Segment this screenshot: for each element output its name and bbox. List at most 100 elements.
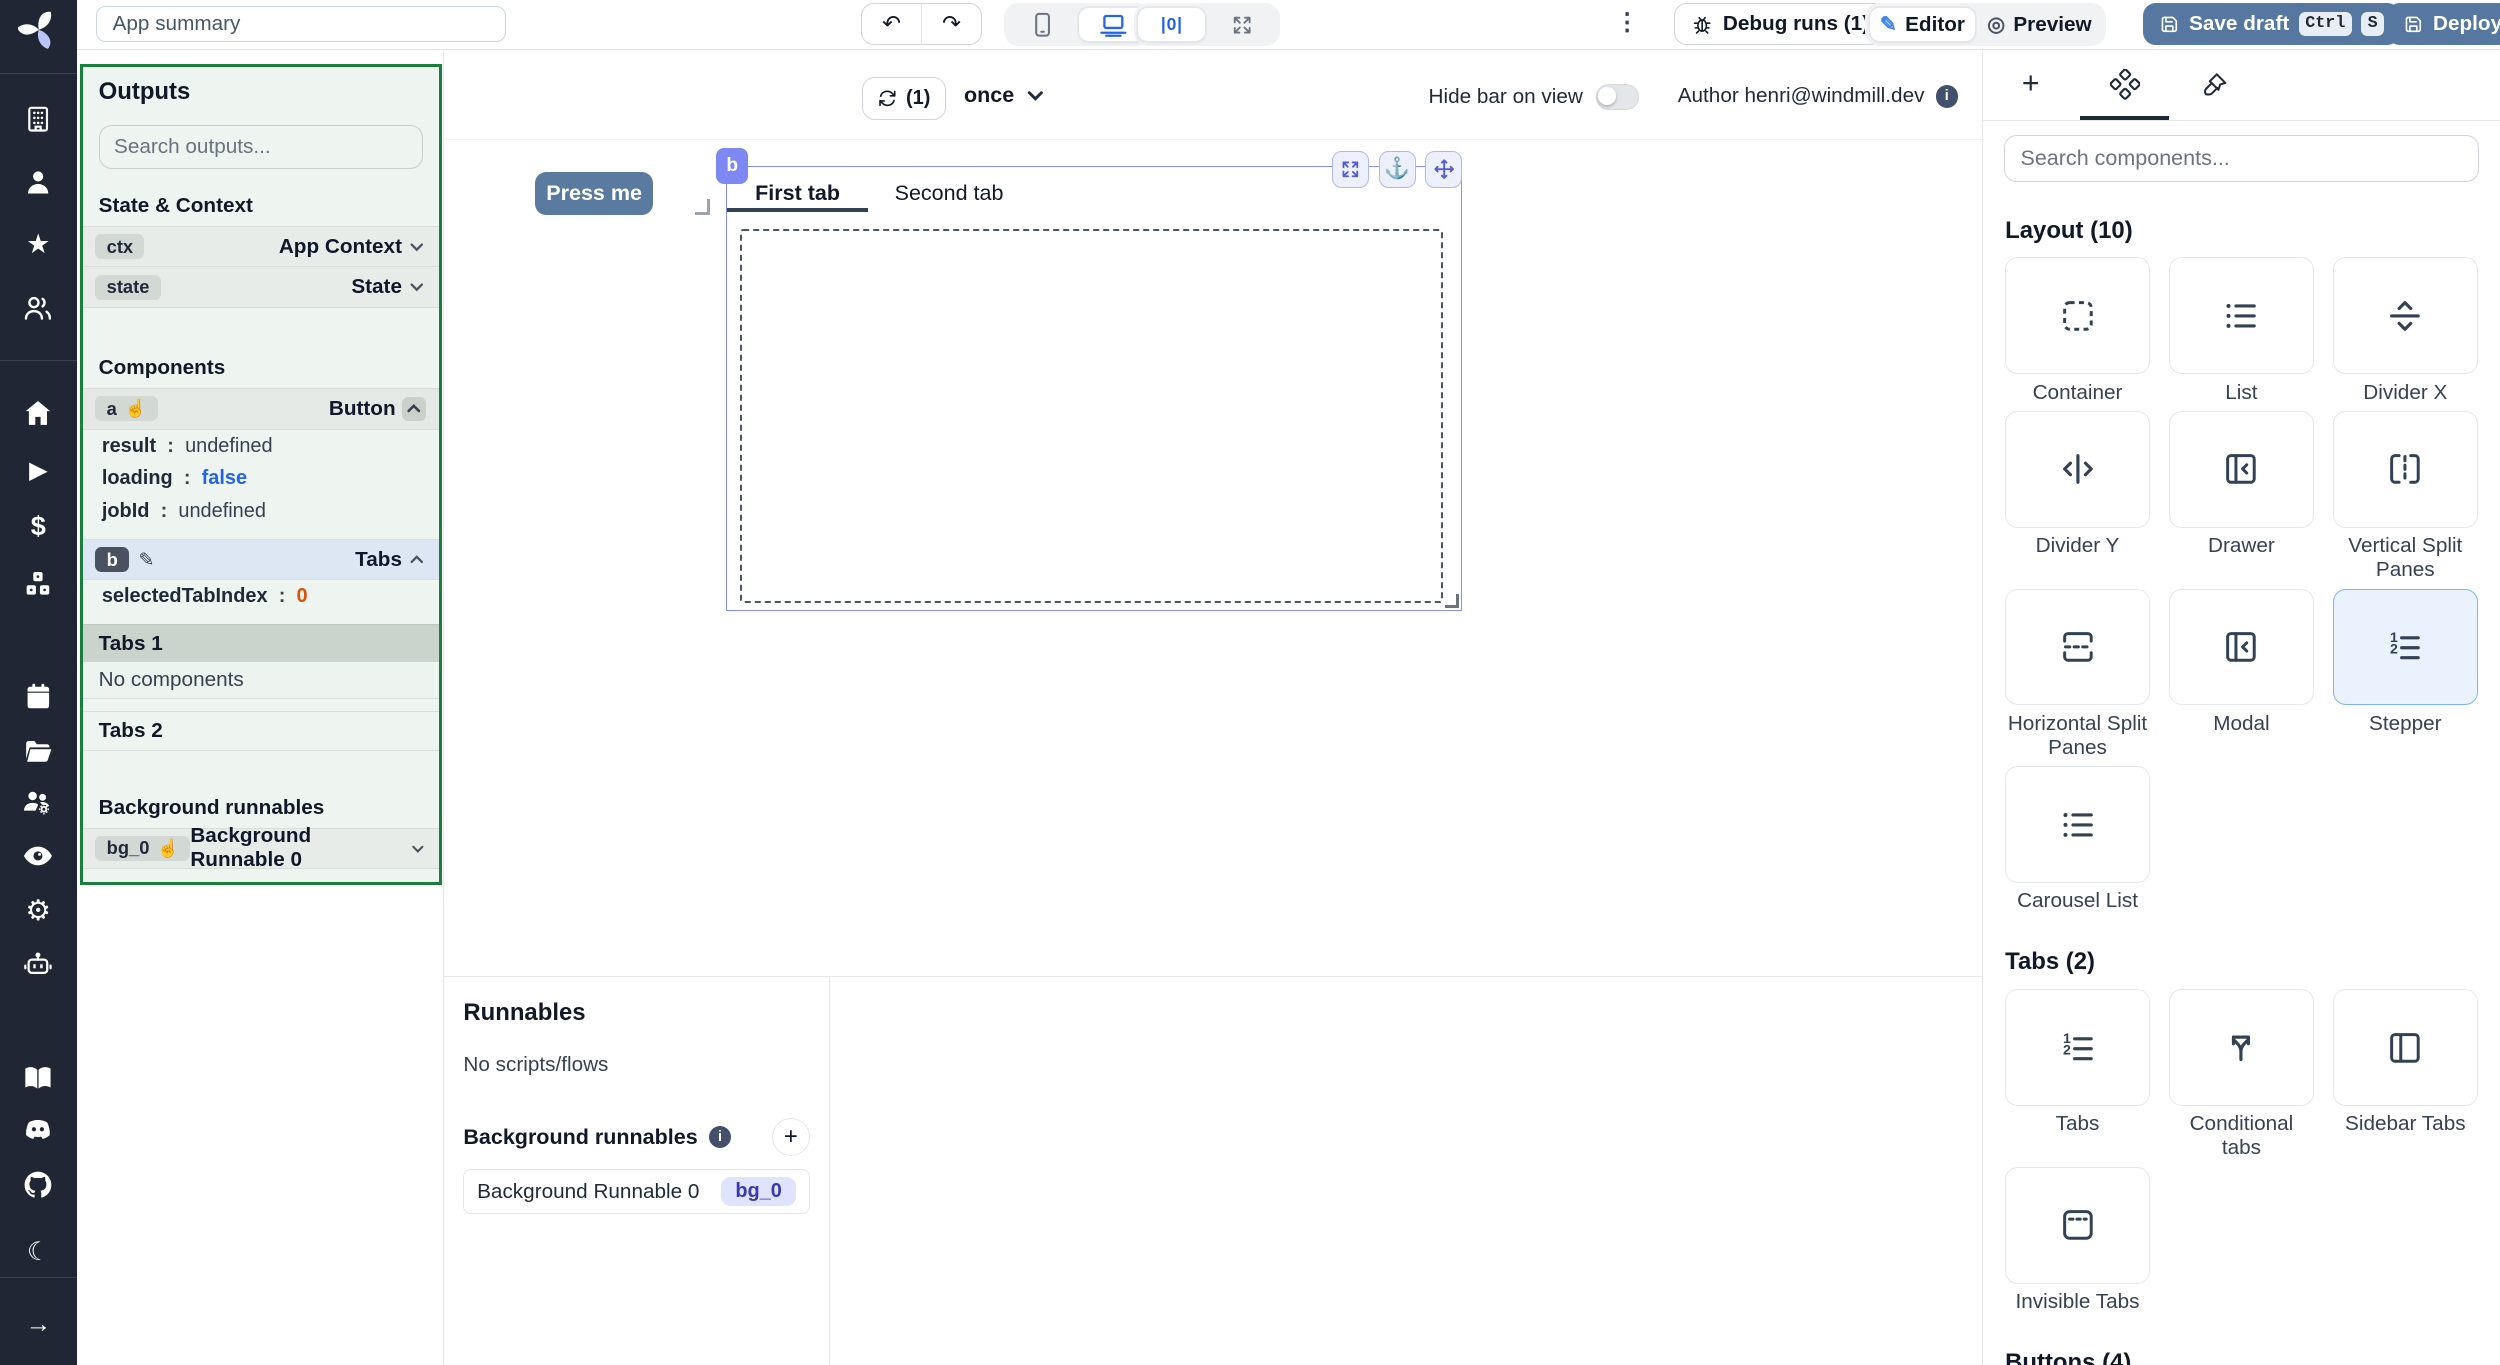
sidebar-tabs-card[interactable] [2332, 989, 2478, 1106]
preview-tab[interactable]: ◎ Preview [1978, 8, 2102, 41]
undo-redo-group: ↶ ↷ [860, 3, 982, 46]
chevron-down-icon[interactable] [408, 238, 426, 256]
horizontal-split-icon [2062, 632, 2093, 662]
styling-tab[interactable] [2171, 49, 2260, 119]
refresh-button[interactable]: (1) [861, 76, 946, 120]
component-resize-handle[interactable] [1445, 594, 1460, 609]
insert-tab[interactable]: + [1986, 49, 2075, 119]
component-a-row[interactable]: a ☝ Button [82, 387, 439, 430]
press-me-button[interactable]: Press me [535, 172, 654, 216]
invisible-tabs-card[interactable] [2005, 1166, 2150, 1284]
top-toolbar: App summary ↶ ↷ |0| ⋮ Debug runs (1) ✎ E… [76, 0, 2500, 51]
dollar-icon[interactable]: $ [0, 507, 77, 545]
vertical-split-icon [2390, 454, 2421, 485]
library-item-divider-y: Divider Y [2005, 410, 2150, 582]
undo-button[interactable]: ↶ [862, 4, 921, 44]
windmill-logo-icon[interactable] [0, 10, 77, 49]
folder-icon[interactable] [0, 732, 77, 770]
users-icon[interactable] [0, 289, 77, 327]
github-icon[interactable] [0, 1166, 77, 1204]
component-a-id: a [106, 397, 117, 419]
star-icon[interactable]: ★ [0, 225, 77, 263]
carousel-list-card[interactable] [2005, 766, 2150, 883]
robot-icon[interactable] [0, 945, 77, 983]
add-background-runnable-button[interactable]: + [771, 1118, 810, 1157]
stepper-card[interactable]: 12 [2332, 588, 2478, 706]
drawer-icon [2226, 454, 2257, 485]
tab-second[interactable]: Second tab [868, 175, 1031, 212]
background-runnables-title: Background runnables [98, 795, 325, 819]
expand-component-button[interactable] [1332, 150, 1370, 188]
book-icon[interactable] [0, 1059, 77, 1097]
container-icon [2062, 300, 2093, 331]
info-icon[interactable]: i [708, 1126, 732, 1149]
tabs-card[interactable]: 12 [2005, 989, 2150, 1106]
home-icon[interactable] [0, 394, 77, 432]
info-icon[interactable]: i [1935, 85, 1958, 108]
tabs-component-selection[interactable]: b ⚓ First tab Second tab [716, 147, 1463, 612]
eye-icon[interactable] [0, 837, 77, 875]
library-item-tabs: 12 Tabs [2005, 989, 2150, 1160]
state-row[interactable]: state State [82, 266, 439, 309]
schedule-dropdown[interactable]: once [964, 83, 1046, 108]
component-b-row[interactable]: b ✎ Tabs [82, 538, 439, 581]
refresh-icon [879, 90, 896, 107]
conditional-tabs-card[interactable] [2169, 989, 2314, 1106]
building-icon[interactable] [0, 100, 77, 138]
save-draft-button[interactable]: Save draft Ctrl S [2142, 3, 2401, 45]
drawer-card[interactable] [2169, 410, 2314, 528]
modal-card[interactable] [2169, 588, 2314, 706]
divider-y-card[interactable] [2005, 410, 2150, 528]
center-layout-button[interactable]: |0| [1138, 7, 1206, 42]
arrow-right-icon[interactable]: → [0, 1306, 77, 1344]
move-component-button[interactable] [1425, 150, 1463, 188]
divider-x-card[interactable] [2332, 257, 2478, 375]
chevron-up-icon[interactable] [408, 551, 426, 569]
container-card[interactable] [2005, 257, 2150, 375]
search-components-input[interactable]: Search components... [2003, 134, 2480, 182]
modal-icon [2226, 632, 2257, 662]
bg-runnable-row[interactable]: bg_0 ☝ Background Runnable 0 [82, 824, 439, 871]
user-group-settings-icon[interactable] [0, 783, 77, 821]
expand-layout-button[interactable] [1209, 8, 1276, 41]
user-icon[interactable] [0, 163, 77, 201]
chevron-down-icon[interactable] [410, 840, 426, 858]
grid-cell-resize-corner[interactable] [694, 199, 711, 216]
more-options-button[interactable]: ⋮ [1615, 8, 1641, 37]
list-card[interactable] [2169, 257, 2314, 375]
debug-runs-button[interactable]: Debug runs (1) [1674, 3, 1887, 46]
chevron-down-icon [1028, 91, 1044, 101]
mobile-mode-button[interactable] [1009, 8, 1076, 41]
editor-tab[interactable]: ✎ Editor [1870, 7, 1975, 42]
tab-content-dropzone[interactable] [740, 228, 1443, 603]
chevron-down-icon[interactable] [408, 278, 426, 296]
horizontal-split-card[interactable] [2005, 588, 2150, 706]
component-a-type: Button [328, 396, 396, 420]
calendar-icon[interactable] [0, 678, 77, 716]
hand-pointer-icon: ☝ [157, 837, 180, 858]
search-outputs-input[interactable]: Search outputs... [98, 125, 423, 169]
hide-bar-toggle[interactable] [1595, 84, 1640, 111]
app-summary-input[interactable]: App summary [95, 6, 506, 42]
components-tab[interactable] [2080, 49, 2169, 119]
library-item-divider-x: Divider X [2332, 257, 2478, 404]
discord-icon[interactable] [0, 1111, 77, 1149]
pencil-icon[interactable]: ✎ [139, 548, 155, 572]
tabs-1-row[interactable]: Tabs 1 [82, 624, 439, 662]
rail-divider [0, 73, 77, 74]
tab-first[interactable]: First tab [727, 175, 867, 212]
gear-icon[interactable]: ⚙ [0, 891, 77, 929]
windmill-app-editor: ★ ▶ $ ⚙ ☾ → App summary ↶ ↷ |0| ⋮ Debug … [0, 0, 2500, 1365]
deploy-button[interactable]: Deploy [2386, 3, 2500, 45]
canvas-toolbar: (1) once Hide bar on view Author henri@w… [444, 49, 1982, 140]
play-icon[interactable]: ▶ [0, 451, 77, 489]
redo-button[interactable]: ↷ [920, 4, 981, 45]
collapse-button[interactable] [401, 396, 426, 421]
moon-icon[interactable]: ☾ [0, 1232, 77, 1270]
anchor-component-button[interactable]: ⚓ [1378, 150, 1416, 188]
ctx-row[interactable]: ctx App Context [82, 225, 439, 268]
vertical-split-card[interactable] [2332, 410, 2478, 528]
tabs-2-row[interactable]: Tabs 2 [82, 710, 439, 751]
cubes-icon[interactable] [0, 564, 77, 602]
background-runnable-item[interactable]: Background Runnable 0 bg_0 [463, 1169, 810, 1215]
